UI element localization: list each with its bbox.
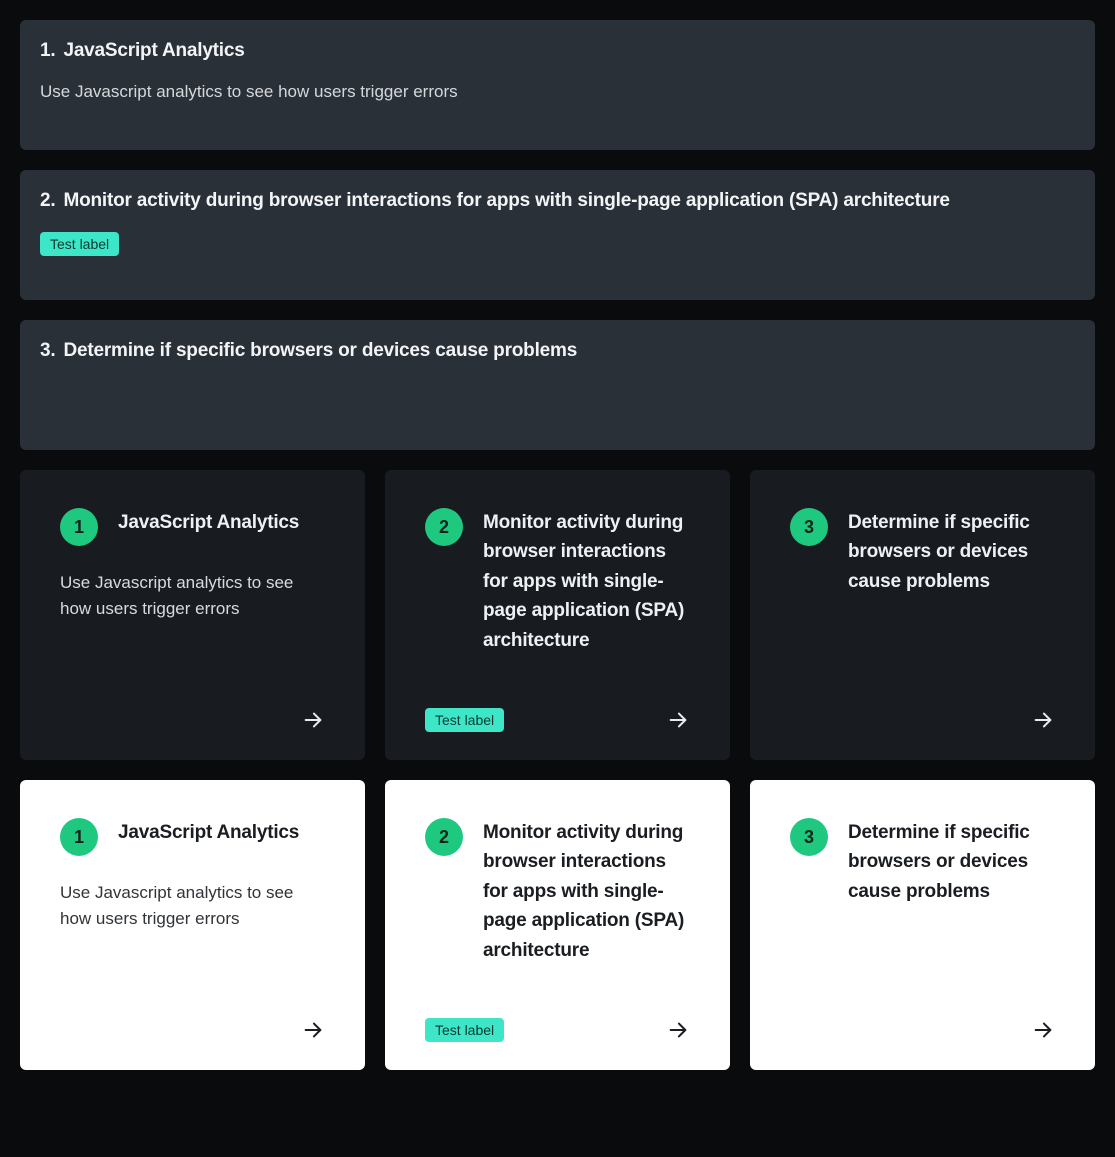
step-badge: 3 bbox=[790, 818, 828, 856]
list-item-desc: Use Javascript analytics to see how user… bbox=[40, 82, 1075, 102]
card[interactable]: 3 Determine if specific browsers or devi… bbox=[750, 780, 1095, 1070]
card-footer bbox=[60, 1018, 325, 1042]
list-item-header: 3. Determine if specific browsers or dev… bbox=[40, 340, 1075, 362]
list-item-number: 3. bbox=[40, 340, 55, 362]
card-header: 1 JavaScript Analytics bbox=[60, 508, 325, 546]
tag-label: Test label bbox=[425, 1018, 504, 1042]
card-desc: Use Javascript analytics to see how user… bbox=[60, 570, 325, 623]
list-item[interactable]: 3. Determine if specific browsers or dev… bbox=[20, 320, 1095, 450]
arrow-right-icon[interactable] bbox=[1031, 708, 1055, 732]
card-title: Determine if specific browsers or device… bbox=[848, 818, 1055, 906]
step-badge: 1 bbox=[60, 508, 98, 546]
card[interactable]: 1 JavaScript Analytics Use Javascript an… bbox=[20, 780, 365, 1070]
card-header: 1 JavaScript Analytics bbox=[60, 818, 325, 856]
list-item[interactable]: 1. JavaScript Analytics Use Javascript a… bbox=[20, 20, 1095, 150]
step-badge: 2 bbox=[425, 508, 463, 546]
tag-label: Test label bbox=[40, 232, 119, 256]
card-grid-light: 1 JavaScript Analytics Use Javascript an… bbox=[20, 780, 1095, 1070]
card[interactable]: 1 JavaScript Analytics Use Javascript an… bbox=[20, 470, 365, 760]
card-title: Monitor activity during browser interact… bbox=[483, 818, 690, 965]
card-header: 2 Monitor activity during browser intera… bbox=[425, 818, 690, 965]
card-desc: Use Javascript analytics to see how user… bbox=[60, 880, 325, 933]
card-footer bbox=[790, 1018, 1055, 1042]
card-title: JavaScript Analytics bbox=[118, 508, 299, 537]
card-footer: Test label bbox=[425, 1018, 690, 1042]
step-badge: 2 bbox=[425, 818, 463, 856]
list-item-title: Monitor activity during browser interact… bbox=[63, 190, 949, 212]
card-footer bbox=[60, 708, 325, 732]
arrow-right-icon[interactable] bbox=[301, 708, 325, 732]
arrow-right-icon[interactable] bbox=[666, 1018, 690, 1042]
tag-label: Test label bbox=[425, 708, 504, 732]
card-footer bbox=[790, 708, 1055, 732]
card[interactable]: 2 Monitor activity during browser intera… bbox=[385, 780, 730, 1070]
step-badge: 1 bbox=[60, 818, 98, 856]
list-item-number: 1. bbox=[40, 40, 55, 62]
card-title: Determine if specific browsers or device… bbox=[848, 508, 1055, 596]
card[interactable]: 2 Monitor activity during browser intera… bbox=[385, 470, 730, 760]
list-item-header: 2. Monitor activity during browser inter… bbox=[40, 190, 1075, 212]
arrow-right-icon[interactable] bbox=[1031, 1018, 1055, 1042]
card-footer: Test label bbox=[425, 708, 690, 732]
arrow-right-icon[interactable] bbox=[666, 708, 690, 732]
card-header: 2 Monitor activity during browser intera… bbox=[425, 508, 690, 655]
list-item-title: Determine if specific browsers or device… bbox=[63, 340, 577, 362]
card-title: JavaScript Analytics bbox=[118, 818, 299, 847]
list-item-number: 2. bbox=[40, 190, 55, 212]
card[interactable]: 3 Determine if specific browsers or devi… bbox=[750, 470, 1095, 760]
card-header: 3 Determine if specific browsers or devi… bbox=[790, 508, 1055, 596]
step-badge: 3 bbox=[790, 508, 828, 546]
card-grid-dark: 1 JavaScript Analytics Use Javascript an… bbox=[20, 470, 1095, 760]
arrow-right-icon[interactable] bbox=[301, 1018, 325, 1042]
list-item[interactable]: 2. Monitor activity during browser inter… bbox=[20, 170, 1095, 300]
list-item-header: 1. JavaScript Analytics bbox=[40, 40, 1075, 62]
card-title: Monitor activity during browser interact… bbox=[483, 508, 690, 655]
card-header: 3 Determine if specific browsers or devi… bbox=[790, 818, 1055, 906]
list-item-title: JavaScript Analytics bbox=[63, 40, 244, 62]
